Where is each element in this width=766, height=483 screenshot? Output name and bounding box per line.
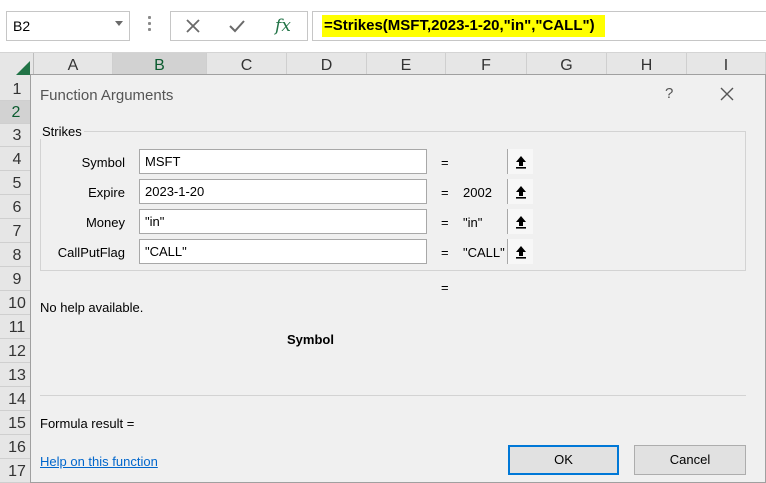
formula-tools: fx xyxy=(170,11,308,41)
argument-value: 2023-1-20 xyxy=(145,184,205,199)
function-arguments-dialog: Function Arguments ? Strikes Symbol MSFT… xyxy=(30,74,766,483)
name-box-value: B2 xyxy=(13,18,31,34)
select-all-button[interactable] xyxy=(0,53,34,78)
row-header-7[interactable]: 7 xyxy=(0,220,34,243)
row-header-6[interactable]: 6 xyxy=(0,196,34,219)
row-header-10[interactable]: 10 xyxy=(0,292,34,315)
cancel-icon[interactable] xyxy=(173,12,213,40)
argument-input-callputflag[interactable]: "CALL" xyxy=(139,239,533,264)
enter-checkmark-icon[interactable] xyxy=(217,12,257,40)
help-icon[interactable]: ? xyxy=(665,85,673,102)
help-on-function-link[interactable]: Help on this function xyxy=(40,454,158,469)
insert-function-icon[interactable]: fx xyxy=(263,12,303,40)
row-header-2[interactable]: 2 xyxy=(0,101,34,124)
argument-label-symbol: Symbol xyxy=(81,155,125,170)
argument-equals: = xyxy=(441,155,449,170)
drag-handle-icon[interactable] xyxy=(148,16,151,36)
cancel-button[interactable]: Cancel xyxy=(634,445,746,475)
row-header-17[interactable]: 17 xyxy=(0,460,34,483)
dialog-title: Function Arguments xyxy=(40,87,174,104)
argument-input-symbol[interactable]: MSFT xyxy=(139,149,533,174)
current-argument-name: Symbol xyxy=(287,332,334,347)
argument-result: "CALL" xyxy=(463,245,505,260)
argument-equals: = xyxy=(441,185,449,200)
collapse-dialog-icon[interactable] xyxy=(507,149,533,174)
row-header-13[interactable]: 13 xyxy=(0,364,34,387)
row-header-3[interactable]: 3 xyxy=(0,124,34,147)
row-header-9[interactable]: 9 xyxy=(0,268,34,291)
collapse-dialog-icon[interactable] xyxy=(507,209,533,234)
row-header-12[interactable]: 12 xyxy=(0,340,34,363)
function-name: Strikes xyxy=(40,124,84,139)
argument-input-money[interactable]: "in" xyxy=(139,209,533,234)
argument-equals: = xyxy=(441,215,449,230)
formula-input[interactable]: =Strikes(MSFT,2023-1-20,"in","CALL") xyxy=(312,11,766,41)
select-all-triangle-icon xyxy=(16,61,30,75)
chevron-down-icon[interactable] xyxy=(115,21,123,26)
name-box[interactable]: B2 xyxy=(6,11,130,41)
close-icon[interactable] xyxy=(719,86,735,102)
row-header-1[interactable]: 1 xyxy=(0,78,34,101)
argument-label-money: Money xyxy=(85,215,125,230)
argument-label-callputflag: CallPutFlag xyxy=(57,245,125,260)
argument-value: MSFT xyxy=(145,154,181,169)
overall-result-equals: = xyxy=(441,280,449,295)
row-header-5[interactable]: 5 xyxy=(0,172,34,195)
argument-value: "CALL" xyxy=(145,244,187,259)
formula-text: =Strikes(MSFT,2023-1-20,"in","CALL") xyxy=(322,15,605,37)
row-header-16[interactable]: 16 xyxy=(0,436,34,459)
argument-value: "in" xyxy=(145,214,165,229)
row-header-11[interactable]: 11 xyxy=(0,316,34,339)
divider xyxy=(40,395,746,396)
collapse-dialog-icon[interactable] xyxy=(507,179,533,204)
argument-label-expire: Expire xyxy=(88,185,125,200)
formula-bar-area: B2 fx =Strikes(MSFT,2023-1-20,"in","CALL… xyxy=(0,0,766,53)
row-header-15[interactable]: 15 xyxy=(0,412,34,435)
collapse-dialog-icon[interactable] xyxy=(507,239,533,264)
argument-input-expire[interactable]: 2023-1-20 xyxy=(139,179,533,204)
ok-button[interactable]: OK xyxy=(508,445,619,475)
formula-result-label: Formula result = xyxy=(40,416,135,431)
help-text: No help available. xyxy=(40,300,144,315)
argument-result: "in" xyxy=(463,215,483,230)
argument-equals: = xyxy=(441,245,449,260)
row-header-4[interactable]: 4 xyxy=(0,148,34,171)
row-header-8[interactable]: 8 xyxy=(0,244,34,267)
argument-result: 2002 xyxy=(463,185,492,200)
row-header-14[interactable]: 14 xyxy=(0,388,34,411)
